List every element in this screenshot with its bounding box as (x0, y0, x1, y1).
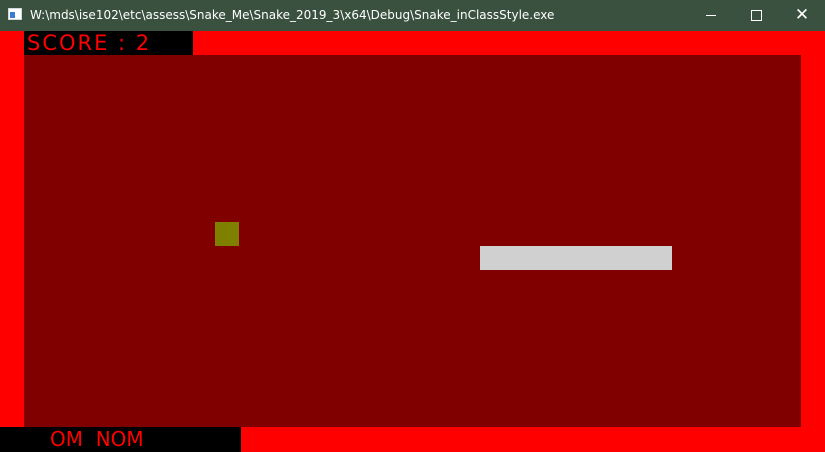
game-window: W:\mds\ise102\etc\assess\Snake_Me\Snake_… (0, 0, 825, 452)
window-title: W:\mds\ise102\etc\assess\Snake_Me\Snake_… (30, 8, 555, 22)
food-pellet (215, 222, 239, 246)
console-area: SCORE : 2 OM NOM (0, 31, 825, 452)
score-label: SCORE : 2 (27, 31, 152, 55)
maximize-icon (750, 10, 762, 21)
console-app-icon (8, 8, 22, 20)
maximize-button[interactable] (733, 0, 779, 31)
title-bar[interactable]: W:\mds\ise102\etc\assess\Snake_Me\Snake_… (0, 0, 825, 31)
minimize-button[interactable] (688, 0, 734, 31)
close-icon: ✕ (794, 5, 810, 25)
snake-body (480, 246, 672, 270)
playfield (24, 55, 801, 427)
minimize-icon (706, 15, 716, 16)
footer-label: OM NOM (50, 427, 144, 451)
close-button[interactable]: ✕ (779, 0, 825, 31)
